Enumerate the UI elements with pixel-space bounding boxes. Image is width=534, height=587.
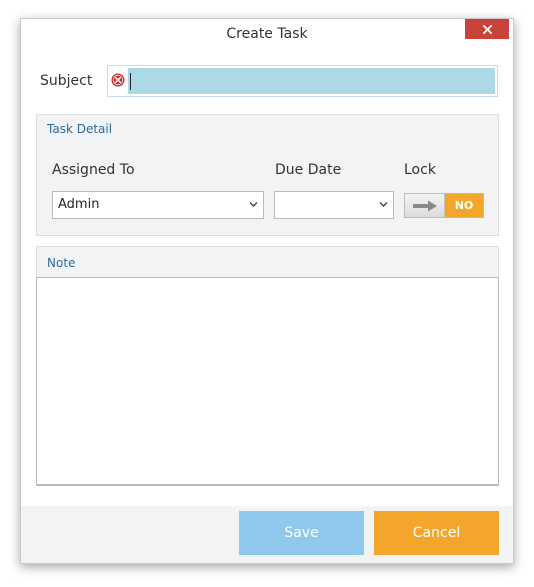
create-task-dialog: Create Task Subject Task Detail Assigned… <box>20 18 514 564</box>
task-detail-header: Task Detail <box>47 122 113 136</box>
chevron-down-icon <box>249 202 258 207</box>
error-icon <box>111 73 125 87</box>
arrow-right-icon <box>412 200 437 211</box>
assigned-to-label: Assigned To <box>52 162 135 178</box>
lock-state: NO <box>445 194 483 217</box>
close-icon <box>482 24 492 34</box>
chevron-down-icon <box>379 202 388 207</box>
dialog-footer: Save Cancel <box>21 506 513 563</box>
close-button[interactable] <box>465 19 509 39</box>
due-date-label: Due Date <box>275 162 342 178</box>
save-button[interactable]: Save <box>239 511 364 555</box>
dialog-title: Create Task <box>226 26 308 42</box>
task-detail-group: Task Detail Assigned To Admin Due Date L… <box>36 114 499 236</box>
note-header: Note <box>47 256 76 270</box>
assigned-to-select[interactable]: Admin <box>52 191 264 219</box>
note-textarea[interactable] <box>37 277 498 485</box>
due-date-select[interactable] <box>274 191 394 219</box>
subject-input[interactable] <box>128 68 495 94</box>
subject-label: Subject <box>40 73 93 89</box>
toggle-thumb <box>405 194 445 217</box>
assigned-to-value: Admin <box>58 197 100 212</box>
lock-label: Lock <box>404 162 436 178</box>
cancel-button[interactable]: Cancel <box>374 511 499 555</box>
title-bar: Create Task <box>21 19 513 49</box>
subject-field <box>107 65 498 97</box>
note-group: Note <box>36 246 499 486</box>
text-caret <box>130 73 131 90</box>
lock-toggle[interactable]: NO <box>404 193 484 218</box>
